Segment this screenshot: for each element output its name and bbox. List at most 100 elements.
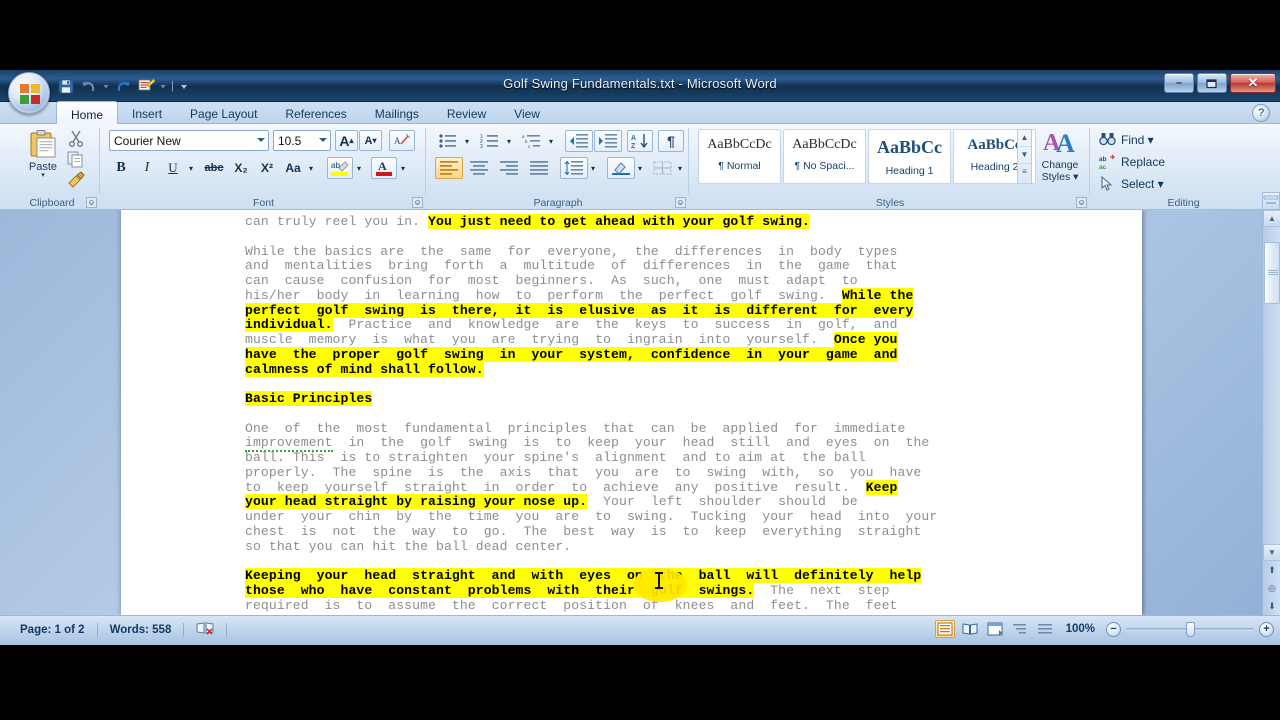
text-highlight-color-button[interactable]: ab bbox=[327, 157, 353, 179]
clear-formatting-button[interactable]: A bbox=[389, 130, 415, 151]
undo-dropdown-chevron-down-icon[interactable] bbox=[102, 76, 110, 96]
next-page-button[interactable]: ⬇ bbox=[1263, 597, 1280, 615]
italic-button[interactable]: I bbox=[135, 157, 159, 179]
clipboard-dialog-launcher[interactable]: ⎉ bbox=[86, 197, 97, 208]
justify-icon[interactable] bbox=[525, 157, 553, 179]
bullets-icon[interactable] bbox=[435, 130, 461, 152]
vertical-scrollbar[interactable]: ▲ ▼ ⬆ ◎ ⬇ bbox=[1262, 192, 1280, 615]
view-outline[interactable] bbox=[1010, 620, 1030, 638]
proofing-errors-icon[interactable] bbox=[184, 621, 226, 638]
underline-button[interactable]: U bbox=[161, 157, 185, 179]
document-text[interactable]: can truly reel you in. You just need to … bbox=[245, 214, 1013, 615]
superscript-button[interactable]: X² bbox=[255, 157, 279, 179]
font-name-chevron-down-icon[interactable] bbox=[257, 138, 265, 142]
style-normal[interactable]: AaBbCcDc ¶ Normal bbox=[698, 129, 781, 184]
document-page[interactable]: can truly reel you in. You just need to … bbox=[121, 210, 1142, 615]
grow-font-button[interactable]: A ▴ bbox=[335, 130, 358, 151]
bold-button[interactable]: B bbox=[109, 157, 133, 179]
styles-more-icon[interactable]: ≡ bbox=[1018, 164, 1031, 181]
scroll-down-button[interactable]: ▼ bbox=[1263, 544, 1280, 561]
copy-button[interactable] bbox=[66, 150, 88, 170]
styles-scroll-up-icon[interactable]: ▲ bbox=[1018, 130, 1031, 147]
change-styles-button[interactable]: A A Change Styles ▾ bbox=[1034, 128, 1086, 183]
minimize-button[interactable]: – bbox=[1164, 73, 1194, 93]
line-spacing-icon[interactable] bbox=[560, 157, 588, 179]
view-print-layout[interactable] bbox=[934, 620, 955, 638]
highlight-chevron-down-icon[interactable]: ▾ bbox=[353, 157, 365, 179]
close-button[interactable]: ✕ bbox=[1230, 73, 1276, 93]
increase-indent-icon[interactable] bbox=[594, 130, 622, 152]
previous-page-button[interactable]: ⬆ bbox=[1263, 561, 1280, 579]
zoom-slider[interactable] bbox=[1126, 621, 1254, 637]
redo-icon[interactable] bbox=[113, 76, 133, 96]
print-dropdown-chevron-down-icon[interactable] bbox=[159, 76, 167, 96]
format-painter-button[interactable] bbox=[66, 171, 88, 191]
align-right-icon[interactable] bbox=[495, 157, 523, 179]
quick-print-icon[interactable] bbox=[136, 76, 156, 96]
quick-access-toolbar[interactable]: | bbox=[56, 74, 190, 98]
font-size-chevron-down-icon[interactable] bbox=[319, 138, 327, 142]
shrink-font-button[interactable]: A ▾ bbox=[359, 130, 382, 151]
change-case-button[interactable]: Aa bbox=[281, 157, 305, 179]
multilevel-chevron-down-icon[interactable]: ▾ bbox=[545, 130, 557, 152]
align-left-icon[interactable] bbox=[435, 157, 463, 179]
tab-insert[interactable]: Insert bbox=[118, 102, 176, 124]
document-canvas[interactable]: can truly reel you in. You just need to … bbox=[0, 210, 1280, 615]
tab-view[interactable]: View bbox=[500, 102, 554, 124]
zoom-in-button[interactable]: + bbox=[1259, 621, 1274, 637]
select-browse-object-button[interactable]: ◎ bbox=[1263, 579, 1280, 597]
strikethrough-button[interactable]: abc bbox=[201, 157, 227, 179]
find-button[interactable]: Find ▾ bbox=[1099, 130, 1154, 150]
tab-home[interactable]: Home bbox=[56, 101, 119, 124]
borders-chevron-down-icon[interactable]: ▾ bbox=[674, 157, 686, 179]
view-web-layout[interactable] bbox=[985, 620, 1005, 638]
sort-icon[interactable]: A Z bbox=[627, 130, 653, 152]
tab-references[interactable]: References bbox=[271, 102, 360, 124]
multilevel-list-icon[interactable]: a b c bbox=[519, 130, 545, 152]
style-no-spacing[interactable]: AaBbCcDc ¶ No Spaci... bbox=[783, 129, 866, 184]
bullets-chevron-down-icon[interactable]: ▾ bbox=[461, 130, 473, 152]
numbering-chevron-down-icon[interactable]: ▾ bbox=[503, 130, 515, 152]
decrease-indent-icon[interactable] bbox=[565, 130, 593, 152]
paragraph-dialog-launcher[interactable]: ⎉ bbox=[675, 197, 686, 208]
font-name-input[interactable]: Courier New bbox=[109, 130, 269, 151]
scrollbar-thumb[interactable] bbox=[1264, 242, 1280, 304]
tab-review[interactable]: Review bbox=[433, 102, 500, 124]
font-dialog-launcher[interactable]: ⎉ bbox=[412, 197, 423, 208]
subscript-button[interactable]: X₂ bbox=[229, 157, 253, 179]
font-size-input[interactable]: 10.5 bbox=[273, 130, 331, 151]
styles-gallery-scroll[interactable]: ▲ ▼ ≡ bbox=[1017, 129, 1032, 184]
numbering-icon[interactable]: 1 2 3 bbox=[477, 130, 503, 152]
word-count[interactable]: Words: 558 bbox=[98, 624, 184, 636]
shading-icon[interactable] bbox=[607, 157, 635, 179]
select-button[interactable]: Select ▾ bbox=[1099, 174, 1164, 194]
cut-button[interactable] bbox=[66, 129, 88, 149]
underline-chevron-down-icon[interactable]: ▾ bbox=[185, 157, 197, 179]
zoom-level[interactable]: 100% bbox=[1060, 623, 1101, 635]
style-heading-1[interactable]: AaBbCc Heading 1 bbox=[868, 129, 951, 184]
change-case-chevron-down-icon[interactable]: ▾ bbox=[305, 157, 317, 179]
split-handle[interactable] bbox=[1262, 192, 1280, 210]
line-spacing-chevron-down-icon[interactable]: ▾ bbox=[587, 157, 599, 179]
window-controls[interactable]: – ✕ bbox=[1164, 73, 1276, 93]
borders-icon[interactable] bbox=[650, 157, 676, 179]
show-formatting-marks-icon[interactable]: ¶ bbox=[658, 130, 684, 152]
font-color-chevron-down-icon[interactable]: ▾ bbox=[397, 157, 409, 179]
tab-mailings[interactable]: Mailings bbox=[361, 102, 433, 124]
save-icon[interactable] bbox=[56, 76, 76, 96]
shading-chevron-down-icon[interactable]: ▾ bbox=[634, 157, 646, 179]
zoom-thumb[interactable] bbox=[1186, 622, 1195, 637]
view-draft[interactable] bbox=[1035, 620, 1055, 638]
replace-button[interactable]: ab ac Replace bbox=[1099, 152, 1165, 172]
tab-page-layout[interactable]: Page Layout bbox=[176, 102, 271, 124]
zoom-out-button[interactable]: − bbox=[1106, 621, 1121, 637]
maximize-button[interactable] bbox=[1197, 73, 1227, 93]
office-button[interactable] bbox=[8, 72, 50, 114]
styles-dialog-launcher[interactable]: ⎉ bbox=[1076, 197, 1087, 208]
view-full-screen-reading[interactable] bbox=[960, 620, 980, 638]
font-color-button[interactable]: A bbox=[371, 157, 397, 179]
undo-icon[interactable] bbox=[79, 76, 99, 96]
styles-scroll-down-icon[interactable]: ▼ bbox=[1018, 147, 1031, 164]
paste-dropdown-chevron-down-icon[interactable]: ▾ bbox=[18, 172, 68, 179]
page-indicator[interactable]: Page: 1 of 2 bbox=[8, 624, 97, 636]
